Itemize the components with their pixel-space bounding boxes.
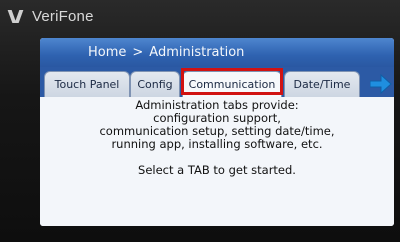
tab-label: Touch Panel bbox=[54, 78, 120, 91]
tab-communication[interactable]: Communication bbox=[182, 71, 282, 97]
breadcrumb-separator: > bbox=[132, 45, 144, 60]
brand-name: VeriFone bbox=[32, 7, 94, 25]
verifone-logo: VeriFone bbox=[7, 5, 94, 27]
tab-config[interactable]: Config bbox=[130, 71, 180, 97]
tab-date-time[interactable]: Date/Time bbox=[284, 71, 360, 97]
content-panel: Administration tabs provide: configurati… bbox=[40, 97, 394, 226]
verifone-logo-mark-icon bbox=[7, 6, 28, 26]
breadcrumb-home[interactable]: Home bbox=[88, 45, 126, 60]
tab-label: Config bbox=[137, 78, 173, 91]
terminal-screen: Home > Administration Touch Panel Config… bbox=[40, 38, 394, 226]
tab-label: Communication bbox=[188, 78, 276, 91]
breadcrumb-current: Administration bbox=[149, 45, 245, 60]
info-line: running app, installing software, etc. bbox=[111, 137, 323, 151]
right-arrow-icon bbox=[369, 73, 392, 95]
breadcrumb: Home > Administration bbox=[40, 38, 394, 67]
next-tabs-button[interactable] bbox=[369, 73, 392, 95]
tab-touch-panel[interactable]: Touch Panel bbox=[44, 71, 130, 97]
instruction-text: Select a TAB to get started. bbox=[138, 163, 296, 177]
tab-label: Date/Time bbox=[293, 78, 351, 91]
